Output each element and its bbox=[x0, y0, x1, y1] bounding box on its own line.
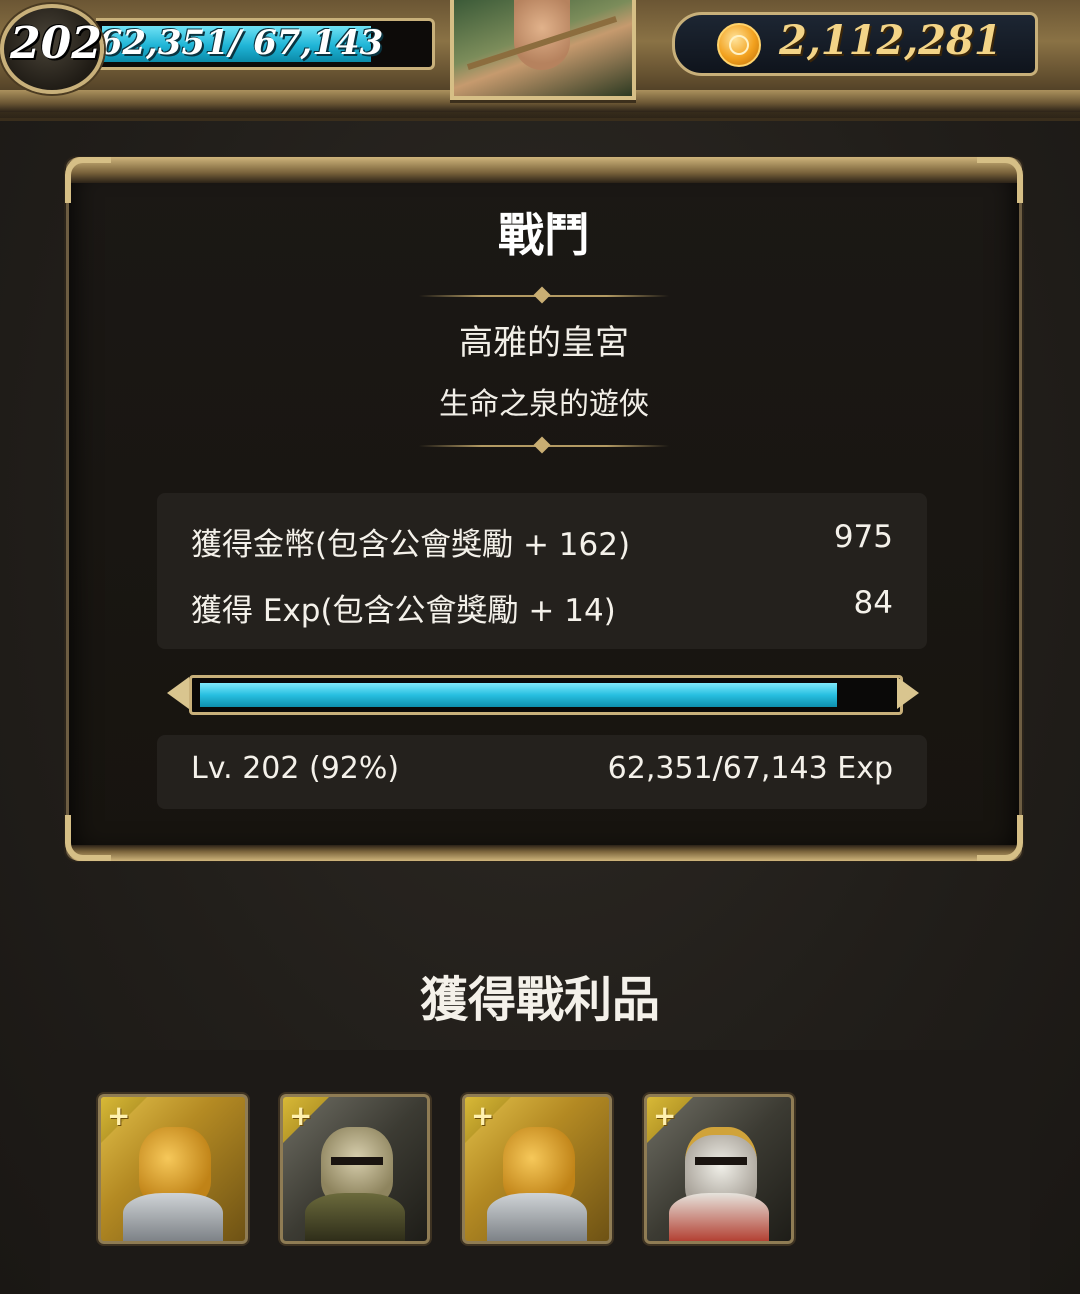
divider-ornament-icon bbox=[419, 286, 669, 304]
divider-gem bbox=[533, 286, 551, 304]
loot-card[interactable]: + bbox=[98, 1094, 248, 1244]
reward-row-gold: 獲得金幣(包含公會獎勵 + 162) 975 bbox=[191, 515, 893, 565]
monster-body bbox=[669, 1193, 769, 1241]
level-progress-bar bbox=[167, 671, 919, 715]
ranger-portrait-icon[interactable] bbox=[450, 0, 636, 100]
reward-value: 84 bbox=[853, 585, 893, 621]
plus-icon: + bbox=[107, 1099, 131, 1132]
loot-card[interactable]: + bbox=[462, 1094, 612, 1244]
plus-icon: + bbox=[471, 1099, 495, 1132]
reward-row-exp: 獲得 Exp(包含公會獎勵 + 14) 84 bbox=[191, 581, 893, 631]
reward-label: 獲得 Exp(包含公會獎勵 + 14) bbox=[191, 593, 616, 629]
panel-title: 戰鬥 bbox=[498, 208, 590, 262]
helmet-visor bbox=[695, 1157, 747, 1165]
monster-body bbox=[305, 1193, 405, 1241]
level-info-box: Lv. 202 (92%) 62,351/67,143 Exp bbox=[157, 735, 927, 809]
player-level-badge[interactable]: 202 bbox=[0, 4, 104, 94]
panel-top-trim bbox=[69, 157, 1019, 183]
corner-ornament-icon bbox=[977, 815, 1023, 861]
reward-value: 975 bbox=[833, 519, 893, 555]
top-hud: 62,351/ 67,143 202 2,112,281 bbox=[0, 0, 1080, 121]
plus-icon: + bbox=[289, 1099, 313, 1132]
helmet-visor bbox=[331, 1157, 383, 1165]
divider-gem bbox=[533, 436, 551, 454]
quest-name: 生命之泉的遊俠 bbox=[439, 387, 649, 422]
corner-ornament-icon bbox=[65, 157, 111, 203]
panel-bottom-trim bbox=[69, 845, 1019, 861]
gold-coin-icon bbox=[717, 23, 761, 67]
plus-icon: + bbox=[653, 1099, 677, 1132]
loot-card[interactable]: + bbox=[644, 1094, 794, 1244]
rewards-box: 獲得金幣(包含公會獎勵 + 162) 975 獲得 Exp(包含公會獎勵 + 1… bbox=[157, 493, 927, 649]
bar-cap-left-icon bbox=[167, 677, 189, 709]
monster-body bbox=[487, 1193, 587, 1241]
exp-detail: 62,351/67,143 Exp bbox=[607, 751, 893, 786]
gold-coin-emblem bbox=[729, 35, 749, 55]
stage-name: 高雅的皇宮 bbox=[459, 323, 629, 363]
level-progress-rail bbox=[189, 675, 903, 715]
corner-ornament-icon bbox=[977, 157, 1023, 203]
divider-ornament-icon bbox=[419, 436, 669, 454]
battle-result-panel: 戰鬥 高雅的皇宮 生命之泉的遊俠 獲得金幣(包含公會獎勵 + 162) 975 … bbox=[65, 157, 1023, 861]
loot-box: + + + + bbox=[50, 1050, 1030, 1294]
player-exp-text: 62,351/ 67,143 bbox=[98, 23, 384, 63]
player-level: 202 bbox=[10, 18, 102, 69]
reward-label: 獲得金幣(包含公會獎勵 + 162) bbox=[191, 527, 631, 563]
player-exp-bar: 62,351/ 67,143 bbox=[96, 18, 517, 70]
monster-body bbox=[123, 1193, 223, 1241]
level-progress-fill bbox=[200, 683, 837, 707]
level-text: Lv. 202 (92%) bbox=[191, 751, 400, 786]
loot-card[interactable]: + bbox=[280, 1094, 430, 1244]
gold-counter[interactable]: 2,112,281 bbox=[672, 12, 1038, 76]
bar-cap-right-icon bbox=[897, 677, 919, 709]
gold-value: 2,112,281 bbox=[779, 17, 1002, 64]
corner-ornament-icon bbox=[65, 815, 111, 861]
loot-title: 獲得戰利品 bbox=[419, 972, 660, 1028]
